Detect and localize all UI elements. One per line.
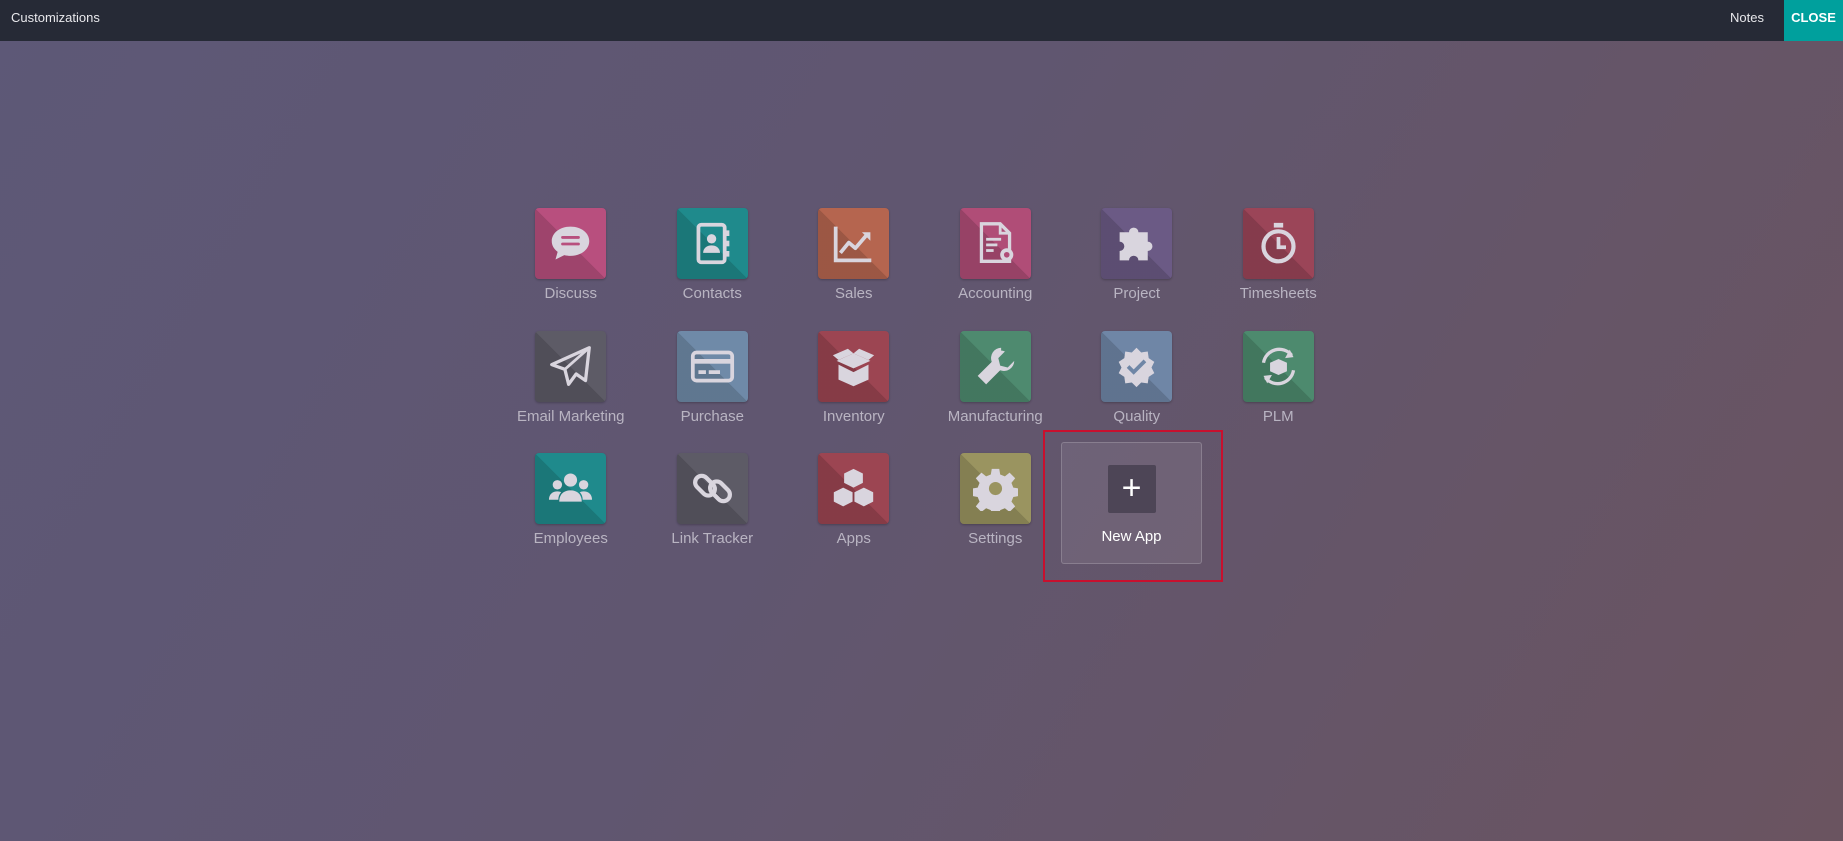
app-label: Email Marketing <box>516 407 625 425</box>
stopwatch-icon <box>1242 208 1314 279</box>
chat-bubble-icon <box>535 208 607 279</box>
new-app-label: New App <box>1101 528 1162 545</box>
app-label: Discuss <box>544 285 597 302</box>
puzzle-icon <box>1101 208 1173 279</box>
cycle-box-icon <box>1242 330 1314 402</box>
app-label: PLM <box>1262 407 1294 425</box>
app-label: Project <box>1113 285 1161 302</box>
app-label: Employees <box>533 530 608 547</box>
plus-icon: + <box>1107 465 1156 513</box>
badge-check-icon <box>1101 330 1173 402</box>
invoice-gear-icon <box>959 208 1031 279</box>
notes-button[interactable]: Notes <box>1730 0 1764 35</box>
app-contacts[interactable]: Contacts <box>642 205 784 328</box>
close-button[interactable]: CLOSE <box>1784 0 1843 41</box>
app-label: Contacts <box>682 285 742 302</box>
trend-chart-icon <box>818 208 890 279</box>
app-label: Link Tracker <box>671 530 754 547</box>
wrench-icon <box>959 330 1031 402</box>
page-title: Customizations <box>11 10 100 25</box>
app-label: Accounting <box>958 285 1033 302</box>
link-icon <box>676 453 748 524</box>
app-label: Inventory <box>822 407 885 425</box>
open-box-icon <box>818 330 890 402</box>
cubes-icon <box>818 453 890 524</box>
app-plm[interactable]: PLM <box>1208 328 1350 451</box>
new-app-button[interactable]: + New App <box>1061 442 1202 564</box>
app-discuss[interactable]: Discuss <box>500 205 642 328</box>
top-bar: Customizations Notes CLOSE <box>0 0 1843 41</box>
app-label: Manufacturing <box>947 407 1043 425</box>
app-purchase[interactable]: Purchase <box>642 328 784 451</box>
app-inventory[interactable]: Inventory <box>783 328 925 451</box>
app-accounting[interactable]: Accounting <box>925 205 1067 328</box>
app-apps[interactable]: Apps <box>783 450 925 573</box>
paper-plane-icon <box>535 330 607 402</box>
app-label: Quality <box>1113 407 1161 425</box>
app-link-tracker[interactable]: Link Tracker <box>642 450 784 573</box>
people-icon <box>535 453 607 524</box>
app-label: Purchase <box>680 407 744 425</box>
app-timesheets[interactable]: Timesheets <box>1208 205 1350 328</box>
contact-book-icon <box>676 208 748 279</box>
app-label: Apps <box>836 530 871 547</box>
app-employees[interactable]: Employees <box>500 450 642 573</box>
app-project[interactable]: Project <box>1066 205 1208 328</box>
app-label: Timesheets <box>1239 285 1317 302</box>
app-email-marketing[interactable]: Email Marketing <box>500 328 642 451</box>
gear-icon <box>959 453 1031 524</box>
app-sales[interactable]: Sales <box>783 205 925 328</box>
credit-card-icon <box>676 330 748 402</box>
app-label: Sales <box>834 285 873 302</box>
